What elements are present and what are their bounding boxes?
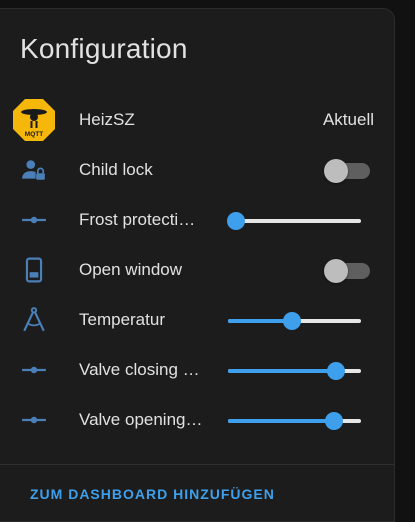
frost-protection-row: Frost protecti… (0, 195, 395, 245)
valve-closing-row: Valve closing … (0, 345, 395, 395)
ray-vertex-icon (12, 348, 56, 392)
frost-protection-label: Frost protecti… (79, 210, 196, 229)
valve-opening-row: Valve opening… (0, 395, 395, 445)
slider-fill (228, 369, 336, 373)
slider-knob[interactable] (326, 362, 345, 380)
valve-opening-label: Valve opening… (79, 410, 203, 429)
slider-knob[interactable] (325, 412, 344, 430)
toggle-thumb (324, 259, 348, 283)
card-divider (0, 464, 395, 465)
account-lock-icon (12, 148, 56, 192)
toggle-thumb (324, 159, 348, 183)
open-window-label: Open window (79, 260, 183, 279)
valve-closing-label: Valve closing … (79, 360, 200, 379)
device-row[interactable]: MQTT HeizSZ Aktuell (0, 95, 395, 145)
valve-opening-slider[interactable] (228, 409, 361, 433)
device-state: Aktuell (322, 110, 374, 129)
mqtt-device-icon: MQTT (12, 98, 56, 142)
config-card: Konfiguration MQTT HeizSZ Aktuell Child … (0, 8, 395, 522)
open-window-toggle[interactable] (324, 259, 370, 283)
device-name: HeizSZ (79, 110, 135, 129)
slider-knob[interactable] (226, 212, 245, 230)
ray-vertex-icon (12, 398, 56, 442)
open-window-row: Open window (0, 245, 395, 295)
temperature-slider[interactable] (228, 309, 361, 333)
slider-knob[interactable] (282, 312, 301, 330)
cellphone-icon (12, 248, 56, 292)
add-to-dashboard-button[interactable]: ZUM DASHBOARD HINZUFÜGEN (30, 486, 275, 502)
math-compass-icon (12, 298, 56, 342)
card-title: Konfiguration (20, 33, 188, 64)
child-lock-row: Child lock (0, 145, 395, 195)
slider-rail (228, 219, 361, 223)
temperature-row: Temperatur (0, 295, 395, 345)
valve-closing-slider[interactable] (228, 359, 361, 383)
child-lock-label: Child lock (79, 160, 153, 179)
ray-vertex-icon (12, 198, 56, 242)
frost-protection-slider[interactable] (226, 209, 361, 233)
slider-fill (228, 419, 335, 423)
child-lock-toggle[interactable] (324, 159, 370, 183)
temperature-label: Temperatur (79, 310, 165, 329)
svg-text:MQTT: MQTT (25, 131, 43, 138)
